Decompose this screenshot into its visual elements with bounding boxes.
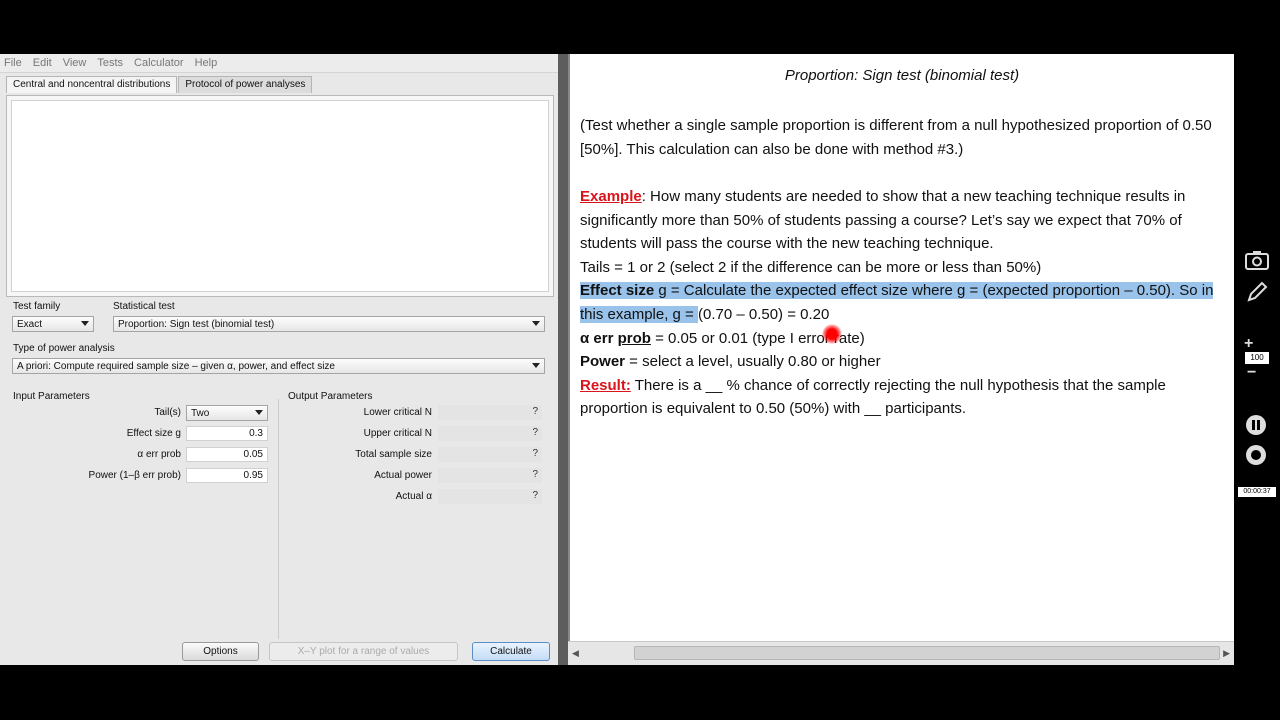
menu-file[interactable]: File [4,57,22,69]
statistical-test-value: Proportion: Sign test (binomial test) [118,318,275,330]
chevron-down-icon [532,321,540,326]
distribution-plot-area [6,95,554,297]
output-value: ? [438,447,542,462]
gpower-window: File Edit View Tests Calculator Help Cen… [0,54,558,665]
power-bold: Power [580,353,626,371]
alpha-input[interactable]: 0.05 [186,447,268,462]
statistical-test-label: Statistical test [113,301,175,312]
recording-timer: 00:00:37 [1238,487,1276,497]
pause-icon[interactable] [1245,414,1267,436]
window-divider [558,54,568,665]
menu-bar: File Edit View Tests Calculator Help [0,54,558,73]
output-value: ? [438,405,542,420]
output-value: ? [438,468,542,483]
menu-tests[interactable]: Tests [97,57,123,69]
test-family-value: Exact [17,318,43,330]
xy-plot-button[interactable]: X–Y plot for a range of values [269,642,458,661]
example-label: Example [580,188,642,205]
stop-icon[interactable] [1245,444,1267,466]
power-analysis-select[interactable]: A priori: Compute required sample size –… [12,358,545,374]
effect-size-label: Effect size g [126,428,181,439]
scroll-right-icon[interactable]: ▶ [1223,648,1230,659]
alpha-prob: prob [617,329,651,347]
power-input[interactable]: 0.95 [186,468,268,483]
power-analysis-value: A priori: Compute required sample size –… [17,360,335,372]
tab-protocol[interactable]: Protocol of power analyses [178,76,313,93]
parameters-divider [278,399,279,639]
menu-calculator[interactable]: Calculator [134,57,184,69]
power-label: Power (1–β err prob) [88,470,181,481]
alpha-bold: α err [580,329,618,347]
pencil-icon[interactable] [1246,281,1268,303]
document-title: Proportion: Sign test (binomial test) [784,67,1020,84]
tails-select[interactable]: Two [186,405,268,421]
menu-help[interactable]: Help [195,57,218,69]
effect-size-rest: (0.70 – 0.50) = 0.20 [697,305,830,323]
tails-label: Tail(s) [154,407,181,418]
example-paragraph: Example: How many students are needed to… [580,185,1230,421]
test-family-label: Test family [13,301,61,312]
camera-icon[interactable] [1245,250,1269,270]
result-text: There is a __ % chance of correctly reje… [580,376,1166,418]
tails-value: Two [191,407,210,419]
options-button[interactable]: Options [182,642,259,661]
effect-size-highlight-text: g = Calculate the expected effect size w… [580,282,1214,323]
effect-size-input[interactable]: 0.3 [186,426,268,441]
result-label: Result: [580,376,631,394]
statistical-test-select[interactable]: Proportion: Sign test (binomial test) [113,316,545,332]
scroll-left-icon[interactable]: ◀ [572,648,579,659]
intro-paragraph: (Test whether a single sample proportion… [580,117,1212,158]
power-rest: = select a level, usually 0.80 or higher [625,353,881,371]
test-family-select[interactable]: Exact [12,316,94,332]
output-label: Actual α [395,491,432,502]
chevron-down-icon [532,363,540,368]
laser-pointer [822,324,842,344]
document-page: Proportion: Sign test (binomial test) (T… [568,54,1234,641]
output-label: Total sample size [355,449,432,460]
zoom-in-button[interactable]: + [1244,335,1253,353]
output-parameters-title: Output Parameters [288,391,373,402]
output-value: ? [438,426,542,441]
scrollbar-thumb[interactable] [634,646,1220,660]
output-value: ? [438,489,542,504]
chevron-down-icon [255,410,263,415]
calculate-button[interactable]: Calculate [472,642,550,661]
effect-size-bold: Effect size [580,282,655,300]
tab-distributions[interactable]: Central and noncentral distributions [6,76,178,93]
tails-text: Tails = 1 or 2 (select 2 if the differen… [580,258,1042,276]
zoom-level: 100 [1245,352,1269,364]
alpha-label: α err prob [137,449,181,460]
plot-canvas [11,100,549,292]
output-label: Upper critical N [363,428,432,439]
input-parameters-title: Input Parameters [13,391,90,402]
zoom-out-button[interactable]: − [1247,364,1256,382]
output-label: Actual power [374,470,432,481]
menu-view[interactable]: View [63,57,87,69]
tab-bar: Central and noncentral distributions Pro… [6,76,313,93]
menu-edit[interactable]: Edit [33,57,52,69]
example-text: : How many students are needed to show t… [580,188,1186,253]
chevron-down-icon [81,321,89,326]
effect-size-highlight: Effect size g = Calculate the expected e… [580,282,1214,323]
power-analysis-label: Type of power analysis [13,343,115,354]
output-label: Lower critical N [363,407,432,418]
horizontal-scrollbar[interactable]: ◀ ▶ [568,641,1234,665]
